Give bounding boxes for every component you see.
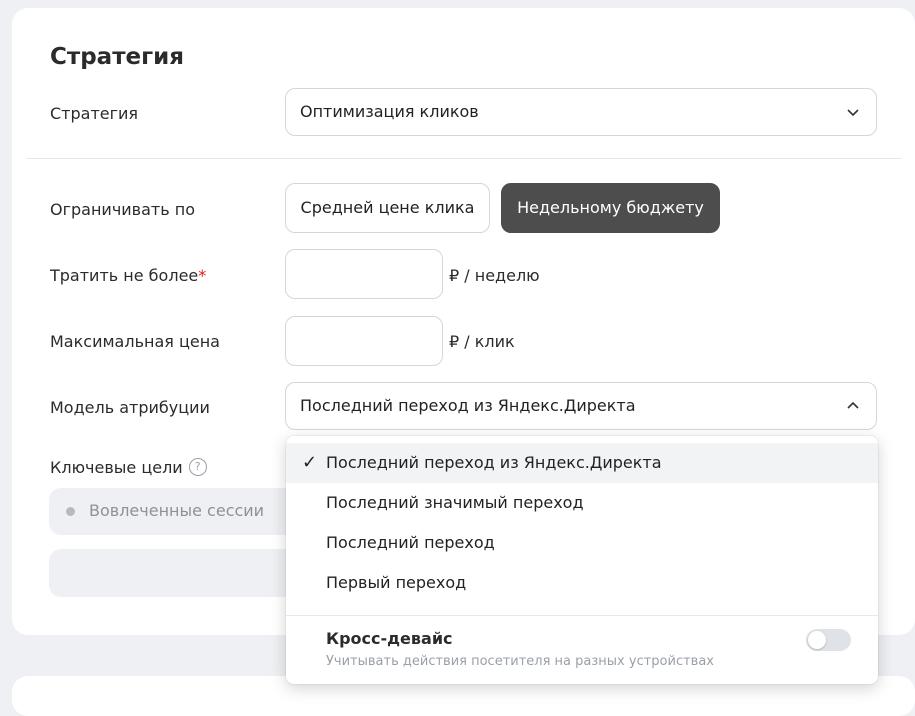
goal-dot-icon [66, 507, 75, 516]
check-icon: ✓ [302, 452, 318, 473]
required-mark: * [198, 266, 207, 285]
limit-label: Ограничивать по [50, 200, 195, 219]
goal-chip-label: Вовлеченные сессии [89, 501, 265, 520]
attribution-label: Модель атрибуции [50, 398, 210, 417]
attribution-option[interactable]: ✓ Последний переход из Яндекс.Директа [286, 443, 878, 483]
section-divider [26, 158, 902, 159]
attribution-option-label: Последний переход из Яндекс.Директа [326, 453, 662, 472]
limit-option-weekly-budget[interactable]: Недельному бюджету [501, 183, 720, 233]
spend-input[interactable] [285, 249, 443, 299]
attribution-select-value: Последний переход из Яндекс.Директа [300, 396, 636, 415]
cross-device-subtitle: Учитывать действия посетителя на разных … [326, 654, 714, 669]
dropdown-divider [286, 615, 878, 616]
goals-label: Ключевые цели [50, 458, 183, 477]
strategy-select-value: Оптимизация кликов [300, 102, 479, 121]
cross-device-toggle[interactable] [806, 629, 851, 651]
attribution-option-label: Первый переход [326, 573, 467, 592]
toggle-knob [808, 631, 826, 649]
attribution-option[interactable]: Первый переход [286, 563, 878, 603]
attribution-option[interactable]: Последний значимый переход [286, 483, 878, 523]
attribution-select[interactable]: Последний переход из Яндекс.Директа [285, 382, 877, 430]
spend-unit: ₽ / неделю [449, 266, 540, 285]
section-title: Стратегия [50, 44, 185, 70]
spend-label: Тратить не более* [50, 266, 206, 285]
chevron-up-icon [847, 401, 859, 409]
spend-label-text: Тратить не более [50, 266, 199, 285]
cross-device-title: Кросс-девайс [326, 629, 453, 648]
goals-label-row: Ключевые цели? [50, 458, 207, 477]
max-price-label: Максимальная цена [50, 332, 220, 351]
max-price-unit: ₽ / клик [449, 332, 515, 351]
attribution-dropdown: ✓ Последний переход из Яндекс.Директа По… [286, 436, 878, 684]
strategy-label: Стратегия [50, 104, 139, 123]
attribution-option[interactable]: Последний переход [286, 523, 878, 563]
chevron-down-icon [847, 109, 859, 117]
strategy-select[interactable]: Оптимизация кликов [285, 88, 877, 136]
help-icon[interactable]: ? [188, 458, 207, 476]
max-price-input[interactable] [285, 316, 443, 366]
attribution-option-label: Последний значимый переход [326, 493, 584, 512]
limit-option-avg-click-price[interactable]: Средней цене клика [285, 183, 490, 233]
attribution-option-label: Последний переход [326, 533, 495, 552]
